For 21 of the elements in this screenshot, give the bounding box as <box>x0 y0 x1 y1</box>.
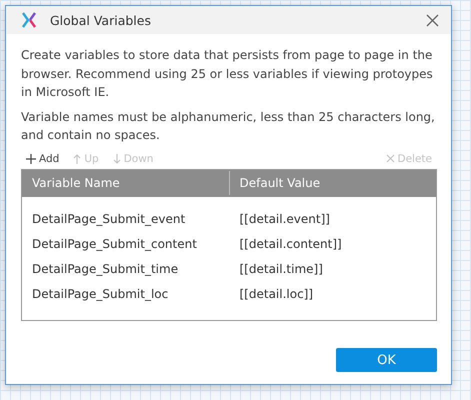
table-cell-text: [[detail.event]] <box>238 212 331 226</box>
arrow-down-icon <box>112 154 121 164</box>
plus-icon <box>26 154 36 164</box>
column-header[interactable]: Variable Name <box>22 171 228 195</box>
arrow-up-icon <box>73 154 82 164</box>
add-button[interactable]: Add <box>26 152 60 164</box>
table-cell-text: DetailPage_Submit_event <box>31 212 186 226</box>
column-header[interactable]: Default Value <box>228 171 436 195</box>
table-cell-text: [[detail.time]] <box>238 262 324 276</box>
table-cell-text: DetailPage_Submit_loc <box>31 287 170 301</box>
close-icon <box>386 154 394 163</box>
table-cell-text: DetailPage_Submit_content <box>31 237 198 251</box>
table-cell-text: DetailPage_Submit_time <box>31 262 180 276</box>
table-cell-text: [[detail.loc]] <box>238 287 314 301</box>
description-text: Create variables to store data that persists from page to page in the browser. Recommend using 25 or less variables if viewing protoypes in Microsoft IE. <box>21 47 434 101</box>
table-cell-text: [[detail.content]] <box>238 237 343 251</box>
logo-icon <box>22 12 36 28</box>
description-text: Variable names must be alphanumeric, less than 25 characters long, and contain no spaces. <box>21 108 436 144</box>
window-title: Global Variables <box>50 12 152 28</box>
close-icon[interactable] <box>426 14 439 26</box>
ok-button[interactable]: OK <box>336 348 437 372</box>
